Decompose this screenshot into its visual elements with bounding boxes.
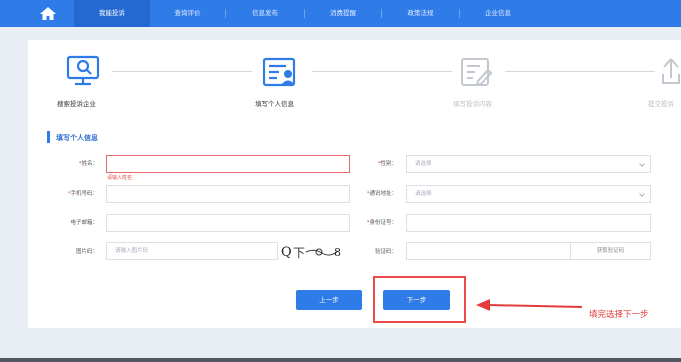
nav-item-reminder[interactable]: 消费提醒 — [305, 0, 381, 27]
svg-text:下: 下 — [293, 246, 305, 260]
nav-item-complaint[interactable]: 我能投诉 — [74, 0, 150, 27]
section-title: 填写个人信息 — [56, 134, 98, 142]
captcha-label: 图片码： — [75, 249, 98, 255]
step-label-personal: 填写个人信息 — [255, 100, 294, 108]
step-label-content: 填写投诉内容 — [453, 100, 492, 108]
name-label: *姓名： — [78, 161, 98, 167]
bottom-border — [0, 358, 681, 362]
sms-code-input[interactable]: 获取验证码 — [406, 242, 651, 260]
sms-code-label: 验证码： — [374, 249, 397, 255]
svg-text:Q: Q — [281, 245, 292, 260]
annotation-text: 填完选择下一步 — [589, 310, 649, 320]
main-card — [28, 40, 681, 328]
chevron-down-icon — [639, 161, 645, 167]
idcard-input[interactable] — [406, 214, 651, 232]
step-label-submit: 提交投诉 — [648, 100, 674, 108]
gender-select[interactable]: 请选择 — [406, 155, 651, 173]
search-monitor-icon — [66, 55, 100, 86]
arrow-left-icon — [476, 299, 583, 311]
name-error-text: 请输入姓名 — [107, 175, 133, 181]
nav-item-enterprise[interactable]: 企业信息 — [460, 0, 536, 27]
nav-item-policy[interactable]: 政策法规 — [382, 0, 459, 27]
address-label: *通讯地址： — [366, 191, 397, 197]
home-icon[interactable] — [38, 6, 58, 21]
get-sms-code-button[interactable]: 获取验证码 — [570, 243, 650, 259]
step-connector — [312, 71, 452, 72]
captcha-input[interactable]: 请输入图片码 — [106, 242, 278, 260]
step-label-search: 搜索投诉企业 — [57, 100, 96, 108]
step-connector — [112, 71, 252, 72]
phone-input[interactable] — [106, 185, 350, 203]
phone-label: *手机号码： — [67, 191, 98, 197]
complaint-form-icon — [461, 58, 493, 87]
nav-item-query[interactable]: 查询评价 — [150, 0, 225, 27]
highlight-box — [373, 276, 466, 323]
personal-info-icon — [262, 57, 296, 87]
address-select[interactable]: 请选择 — [406, 185, 651, 203]
section-accent-bar — [47, 131, 50, 143]
idcard-label: *身份证号： — [366, 220, 397, 226]
email-input[interactable] — [106, 214, 350, 232]
chevron-down-icon — [639, 191, 645, 197]
step-connector — [505, 71, 655, 72]
upload-icon — [662, 58, 680, 84]
prev-step-button[interactable]: 上一步 — [296, 290, 362, 310]
nav-item-publish[interactable]: 信息发布 — [226, 0, 304, 27]
name-input[interactable] — [106, 155, 350, 173]
gender-label: *性别： — [377, 161, 397, 167]
email-label: 电子邮箱： — [70, 220, 98, 226]
top-navigation: 我能投诉 查询评价 信息发布 消费提醒 政策法规 企业信息 — [0, 0, 681, 27]
